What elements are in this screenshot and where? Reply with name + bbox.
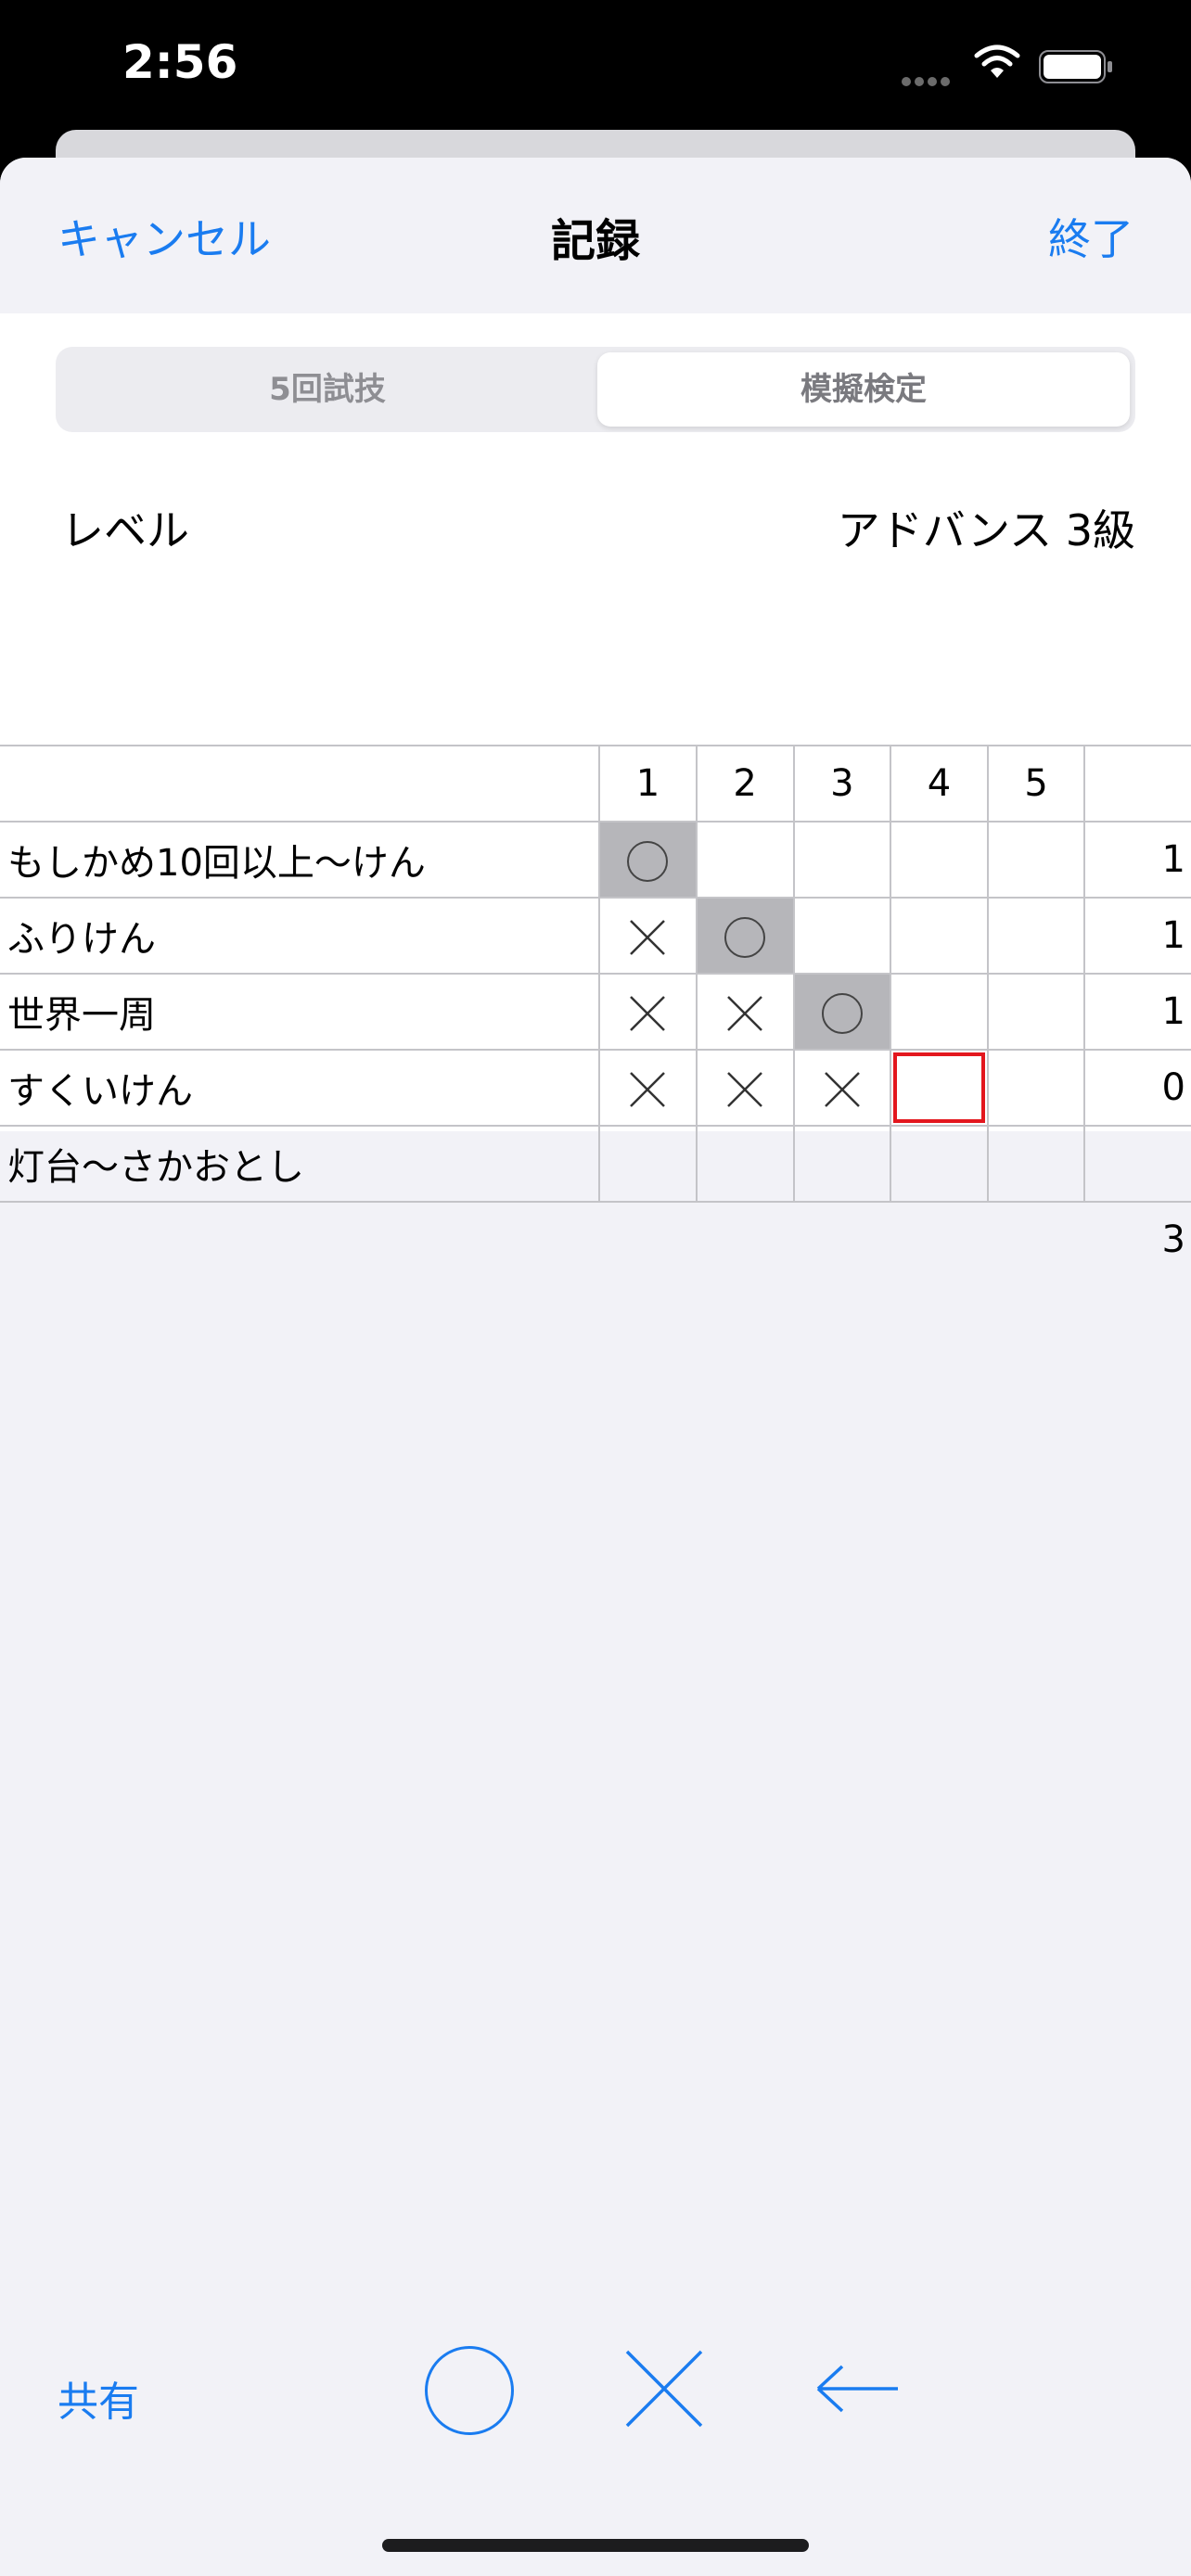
attempt-cell[interactable]: [792, 821, 892, 899]
home-indicator: [382, 2539, 809, 2552]
navigation-bar: キャンセル 記録 終了: [0, 158, 1191, 313]
attempt-cell[interactable]: [890, 973, 989, 1051]
trick-name: もしかめ10回以上〜けん: [0, 821, 601, 899]
attempt-cell[interactable]: [792, 897, 892, 975]
wifi-icon: [974, 45, 1020, 78]
attempt-cell[interactable]: [986, 1125, 1086, 1203]
table-row: 世界一周 1: [0, 973, 1191, 1051]
level-label: レベル: [61, 505, 189, 555]
sum-spacer: [0, 1201, 1085, 1277]
done-button[interactable]: 終了: [1048, 206, 1133, 267]
table-row: もしかめ10回以上〜けん 1: [0, 821, 1191, 899]
column-header: 2: [695, 745, 795, 823]
record-sheet: キャンセル 記録 終了 5回試技 模擬検定 レベル アドバンス 3級 1 2 3…: [0, 158, 1191, 2576]
status-time: 2:56: [122, 35, 238, 89]
trick-name: ふりけん: [0, 897, 601, 975]
current-cell-cursor: [893, 1052, 985, 1123]
cross-mark-icon: [630, 996, 666, 1031]
record-content: 5回試技 模擬検定 レベル アドバンス 3級 1 2 3 4 5 もしかめ10回…: [0, 313, 1191, 1277]
battery-icon: [1039, 50, 1112, 83]
circle-button-icon[interactable]: [425, 2346, 514, 2435]
attempt-cell[interactable]: [598, 1049, 698, 1127]
cross-button-icon[interactable]: [621, 2346, 707, 2431]
table-row: 灯台〜さかおとし: [0, 1125, 1191, 1203]
circle-mark-icon: [821, 992, 863, 1034]
grand-total: 3: [1084, 1201, 1191, 1277]
mode-segmented-control: 5回試技 模擬検定: [56, 347, 1135, 432]
cross-mark-icon: [727, 996, 763, 1031]
attempt-cell[interactable]: [695, 973, 795, 1051]
attempt-cell[interactable]: [792, 1125, 892, 1203]
column-header: 5: [986, 745, 1086, 823]
attempt-cell[interactable]: [986, 821, 1086, 899]
page-title: 記録: [550, 215, 640, 267]
attempt-cell[interactable]: [986, 1049, 1086, 1127]
score-table: 1 2 3 4 5 もしかめ10回以上〜けん 1 ふりけん 1 世界一周 1 す…: [0, 745, 1191, 1277]
back-arrow-icon[interactable]: [813, 2361, 902, 2417]
attempt-cell[interactable]: [695, 1049, 795, 1127]
sum-row: 3: [0, 1201, 1191, 1277]
row-total: 1: [1083, 973, 1191, 1051]
attempt-cell[interactable]: [598, 821, 698, 899]
cellular-signal-icon: [902, 72, 957, 86]
column-header: 1: [598, 745, 698, 823]
attempt-cell[interactable]: [695, 897, 795, 975]
attempt-cell[interactable]: [695, 1125, 795, 1203]
cross-mark-icon: [824, 1072, 860, 1107]
attempt-cell[interactable]: [598, 973, 698, 1051]
attempt-cell-current[interactable]: [890, 1049, 989, 1127]
attempt-cell[interactable]: [792, 1049, 892, 1127]
row-total: [1083, 1125, 1191, 1203]
trick-name: すくいけん: [0, 1049, 601, 1127]
column-header: 4: [890, 745, 989, 823]
cross-mark-icon: [727, 1072, 763, 1107]
table-header-row: 1 2 3 4 5: [0, 745, 1191, 823]
share-button[interactable]: 共有: [58, 2368, 139, 2428]
segment-five-attempts[interactable]: 5回試技: [61, 352, 594, 427]
cross-mark-icon: [630, 1072, 666, 1107]
status-bar: 2:56: [0, 0, 1191, 139]
bottom-toolbar: 共有: [0, 2337, 1191, 2448]
header-blank: [0, 745, 601, 823]
attempt-cell[interactable]: [890, 1125, 989, 1203]
attempt-cell[interactable]: [695, 821, 795, 899]
table-row: ふりけん 1: [0, 897, 1191, 975]
level-value[interactable]: アドバンス 3級: [838, 497, 1135, 558]
cross-mark-icon: [630, 920, 666, 955]
table-row: すくいけん 0: [0, 1049, 1191, 1127]
attempt-cell[interactable]: [792, 973, 892, 1051]
circle-mark-icon: [724, 916, 766, 958]
attempt-cell[interactable]: [598, 1125, 698, 1203]
row-total: 1: [1083, 821, 1191, 899]
attempt-cell[interactable]: [986, 973, 1086, 1051]
row-total: 0: [1083, 1049, 1191, 1127]
column-header: 3: [792, 745, 892, 823]
row-total: 1: [1083, 897, 1191, 975]
attempt-cell[interactable]: [890, 897, 989, 975]
trick-name: 世界一周: [0, 973, 601, 1051]
trick-name: 灯台〜さかおとし: [0, 1125, 601, 1203]
segment-mock-exam[interactable]: 模擬検定: [597, 352, 1130, 427]
header-total: [1083, 745, 1191, 823]
attempt-cell[interactable]: [890, 821, 989, 899]
circle-mark-icon: [627, 840, 669, 882]
attempt-cell[interactable]: [598, 897, 698, 975]
attempt-cell[interactable]: [986, 897, 1086, 975]
